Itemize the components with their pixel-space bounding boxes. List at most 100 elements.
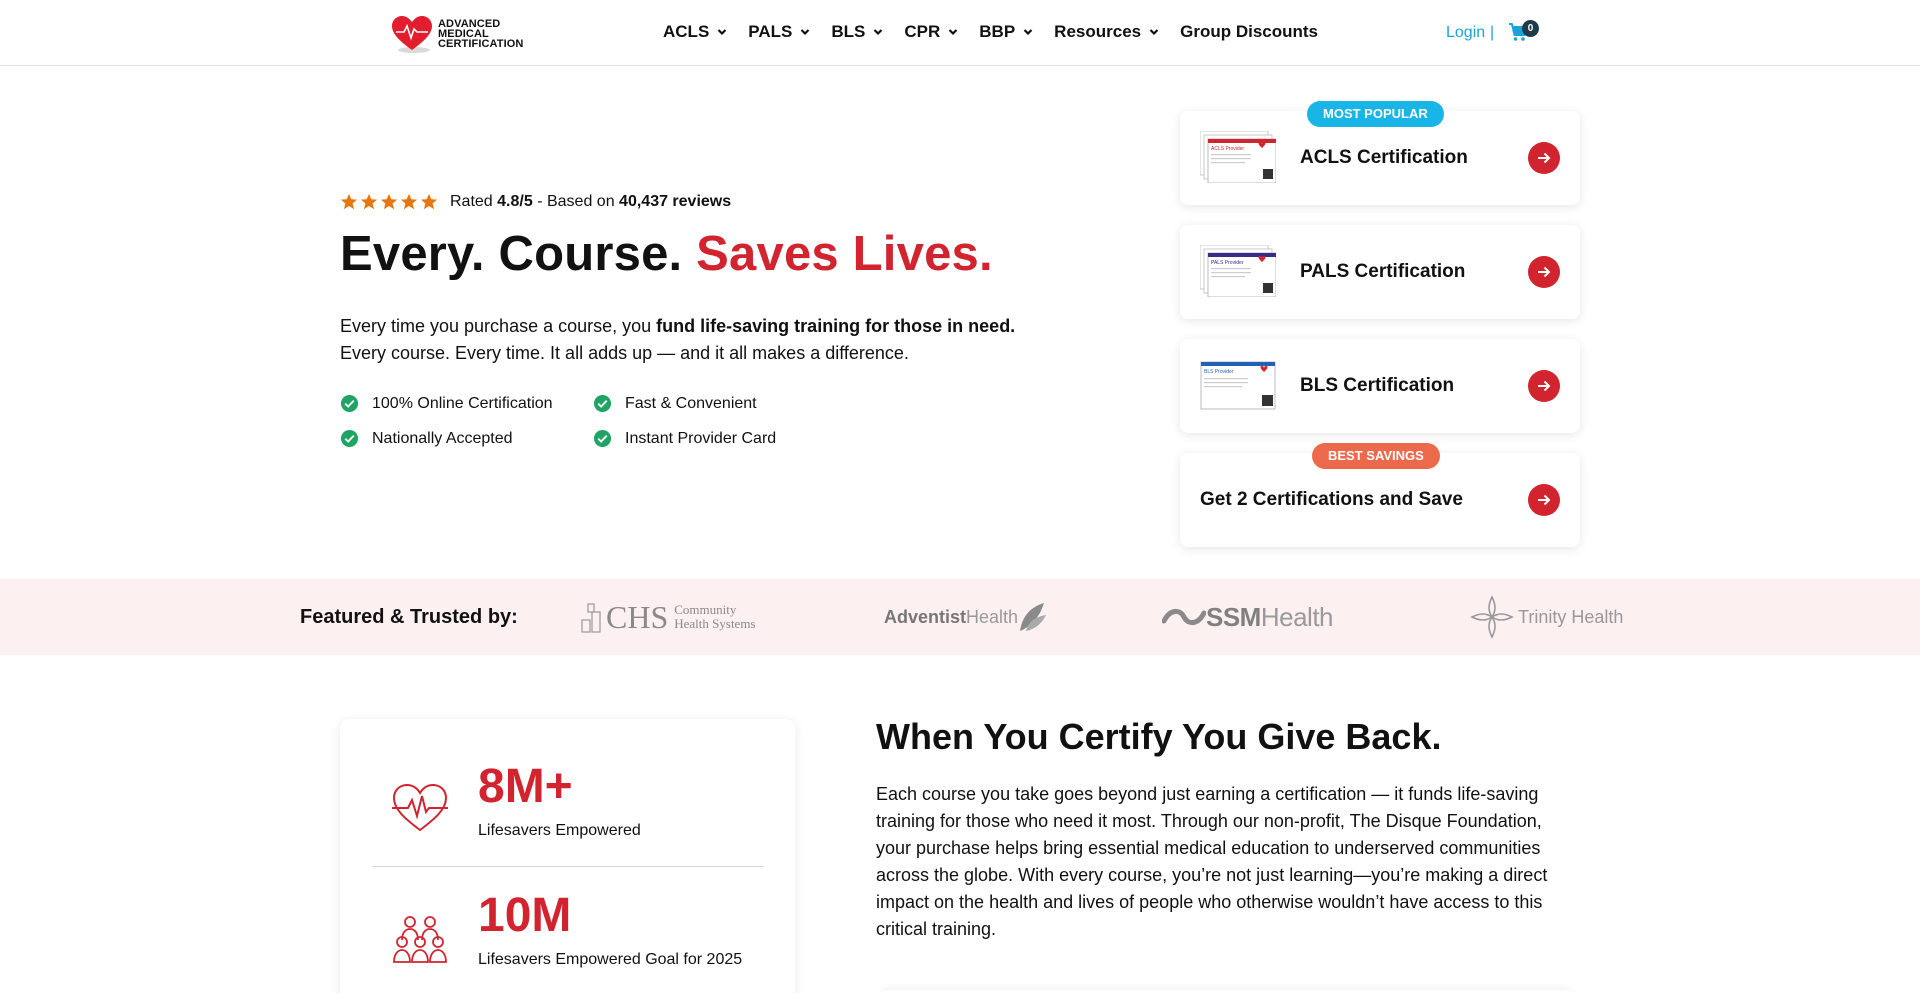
nav-item-pals[interactable]: PALS	[748, 22, 810, 42]
card-arrow-button[interactable]	[1528, 370, 1560, 402]
chevron-down-icon	[718, 29, 727, 36]
nav-label: ACLS	[663, 22, 710, 41]
trusted-label: Featured & Trusted by:	[300, 606, 518, 628]
nav-label: CPR	[904, 22, 941, 41]
rating-prefix: Rated	[450, 193, 493, 210]
logo-line-3: CERTIFICATION	[438, 38, 524, 50]
trinity-health-logo: Trinity Health	[1470, 595, 1623, 639]
feature-item: Fast & Convenient	[593, 394, 793, 413]
bls-provider-card-thumbnail: BLS Provider	[1200, 361, 1276, 410]
stat-value: 10M	[478, 889, 572, 942]
trinity-wordmark: Trinity Health	[1518, 606, 1624, 627]
headline-plain: Every. Course.	[340, 227, 683, 281]
most-popular-badge: MOST POPULAR	[1307, 101, 1444, 127]
impact-stats-card: 8M+ Lifesavers Empowered 10M Lifesavers …	[340, 719, 795, 993]
feature-item: Nationally Accepted	[340, 429, 593, 448]
logo-wordmark: ADVANCED MEDICAL CERTIFICATION	[438, 19, 530, 50]
nav-item-group-discounts[interactable]: Group Discounts	[1180, 22, 1318, 42]
ssm-health-logo: SSM Health	[1162, 595, 1334, 639]
leaf-icon	[1020, 603, 1047, 631]
adventist-health-wordmark: Health	[966, 606, 1019, 627]
card-title: ACLS Certification	[1300, 147, 1468, 168]
chevron-down-icon	[1149, 29, 1159, 36]
card-title: PALS Certification	[1300, 261, 1466, 282]
nav-item-cpr[interactable]: CPR	[904, 22, 958, 42]
nav-label: Resources	[1054, 22, 1142, 41]
nav-item-resources[interactable]: Resources	[1054, 22, 1159, 42]
nav-item-bls[interactable]: BLS	[831, 22, 883, 42]
review-count: 40,437 reviews	[619, 193, 732, 210]
thumb-caption: BLS Provider	[1204, 369, 1234, 375]
heartbeat-icon	[392, 783, 448, 832]
feature-label: Fast & Convenient	[625, 394, 757, 412]
feature-label: 100% Online Certification	[372, 394, 553, 412]
thumb-caption: ACLS Provider	[1211, 146, 1244, 152]
best-savings-badge: BEST SAVINGS	[1312, 443, 1440, 469]
check-circle-icon	[593, 429, 612, 448]
rating-value: 4.8/5	[497, 193, 533, 210]
login-link[interactable]: Login	[1446, 24, 1485, 42]
arrow-right-icon	[1538, 494, 1551, 506]
intro-line-1-plain: Every time you purchase a course, you	[340, 316, 652, 336]
stat-value: 8M+	[478, 760, 573, 813]
star-icon	[400, 193, 418, 210]
nav-item-bbp[interactable]: BBP	[979, 22, 1033, 42]
card-title: BLS Certification	[1300, 375, 1455, 396]
site-logo[interactable]: ADVANCED MEDICAL CERTIFICATION	[390, 14, 530, 54]
heart-logo-icon	[392, 16, 432, 53]
adventist-wordmark: Adventist	[884, 606, 967, 627]
chs-subtitle: Community Health Systems	[674, 603, 755, 631]
star-rating	[340, 193, 438, 211]
check-circle-icon	[340, 429, 359, 448]
course-card-pals[interactable]: PALS Provider PALS Certification	[1180, 225, 1580, 319]
stat-divider	[372, 866, 764, 867]
rating-middle: - Based on	[537, 193, 615, 210]
star-icon	[380, 193, 398, 210]
feature-item: Instant Provider Card	[593, 429, 793, 448]
chs-wordmark: CHS	[606, 598, 669, 635]
card-arrow-button[interactable]	[1528, 256, 1560, 288]
nav-label: PALS	[748, 22, 793, 41]
chs-sub-line-2: Health Systems	[674, 616, 756, 631]
check-circle-icon	[340, 394, 359, 413]
star-icon	[360, 193, 378, 210]
nav-item-acls[interactable]: ACLS	[663, 22, 727, 42]
feature-label: Instant Provider Card	[625, 429, 777, 447]
hero-intro: Every time you purchase a course, you fu…	[340, 313, 1015, 367]
chevron-down-icon	[948, 29, 958, 36]
stat-label: Lifesavers Empowered	[478, 822, 641, 839]
chs-sub-line-1: Community	[674, 602, 737, 617]
nav-label: BLS	[831, 22, 866, 41]
main-nav: ACLS PALS BLS CPR BBP Resources Group Di…	[663, 22, 1318, 42]
chevron-down-icon	[801, 29, 810, 36]
rating-text: Rated 4.8/5 - Based on 40,437 reviews	[450, 193, 731, 211]
feature-item: 100% Online Certification	[340, 394, 593, 413]
card-title: Get 2 Certifications and Save	[1200, 489, 1463, 510]
pals-provider-card-thumbnail: PALS Provider	[1200, 245, 1276, 297]
acls-provider-card-thumbnail: ACLS Provider	[1200, 131, 1276, 183]
people-group-icon	[393, 916, 447, 963]
intro-line-1: Every time you purchase a course, you fu…	[340, 313, 1015, 340]
chevron-down-icon	[874, 29, 883, 36]
ssm-wordmark: SSM	[1206, 601, 1261, 632]
stat-label: Lifesavers Empowered Goal for 2025	[478, 951, 743, 968]
card-arrow-button[interactable]	[1528, 142, 1560, 174]
give-back-title: When You Certify You Give Back.	[876, 716, 1442, 757]
card-arrow-button[interactable]	[1528, 484, 1560, 516]
chs-building-icon	[581, 603, 601, 633]
hero-headline: Every. Course. Saves Lives.	[340, 226, 993, 282]
trinity-cross-icon	[1470, 595, 1514, 639]
course-card-bls[interactable]: BLS Provider BLS Certification	[1180, 339, 1580, 433]
star-icon	[340, 193, 358, 210]
check-circle-icon	[593, 394, 612, 413]
arrow-right-icon	[1538, 266, 1551, 278]
cart-count-badge: 0	[1522, 20, 1539, 37]
star-icon	[420, 193, 438, 210]
ssm-health-wordmark: Health	[1260, 601, 1334, 632]
ssm-swoosh-icon	[1162, 609, 1206, 625]
give-back-text: Each course you take goes beyond just ea…	[876, 784, 1548, 939]
trusted-by-bar: Featured & Trusted by: CHS Community Hea…	[0, 579, 1920, 655]
thumb-caption: PALS Provider	[1211, 260, 1244, 266]
chs-logo: CHS Community Health Systems	[580, 595, 756, 639]
adventist-health-logo: Adventist Health	[884, 595, 1050, 639]
